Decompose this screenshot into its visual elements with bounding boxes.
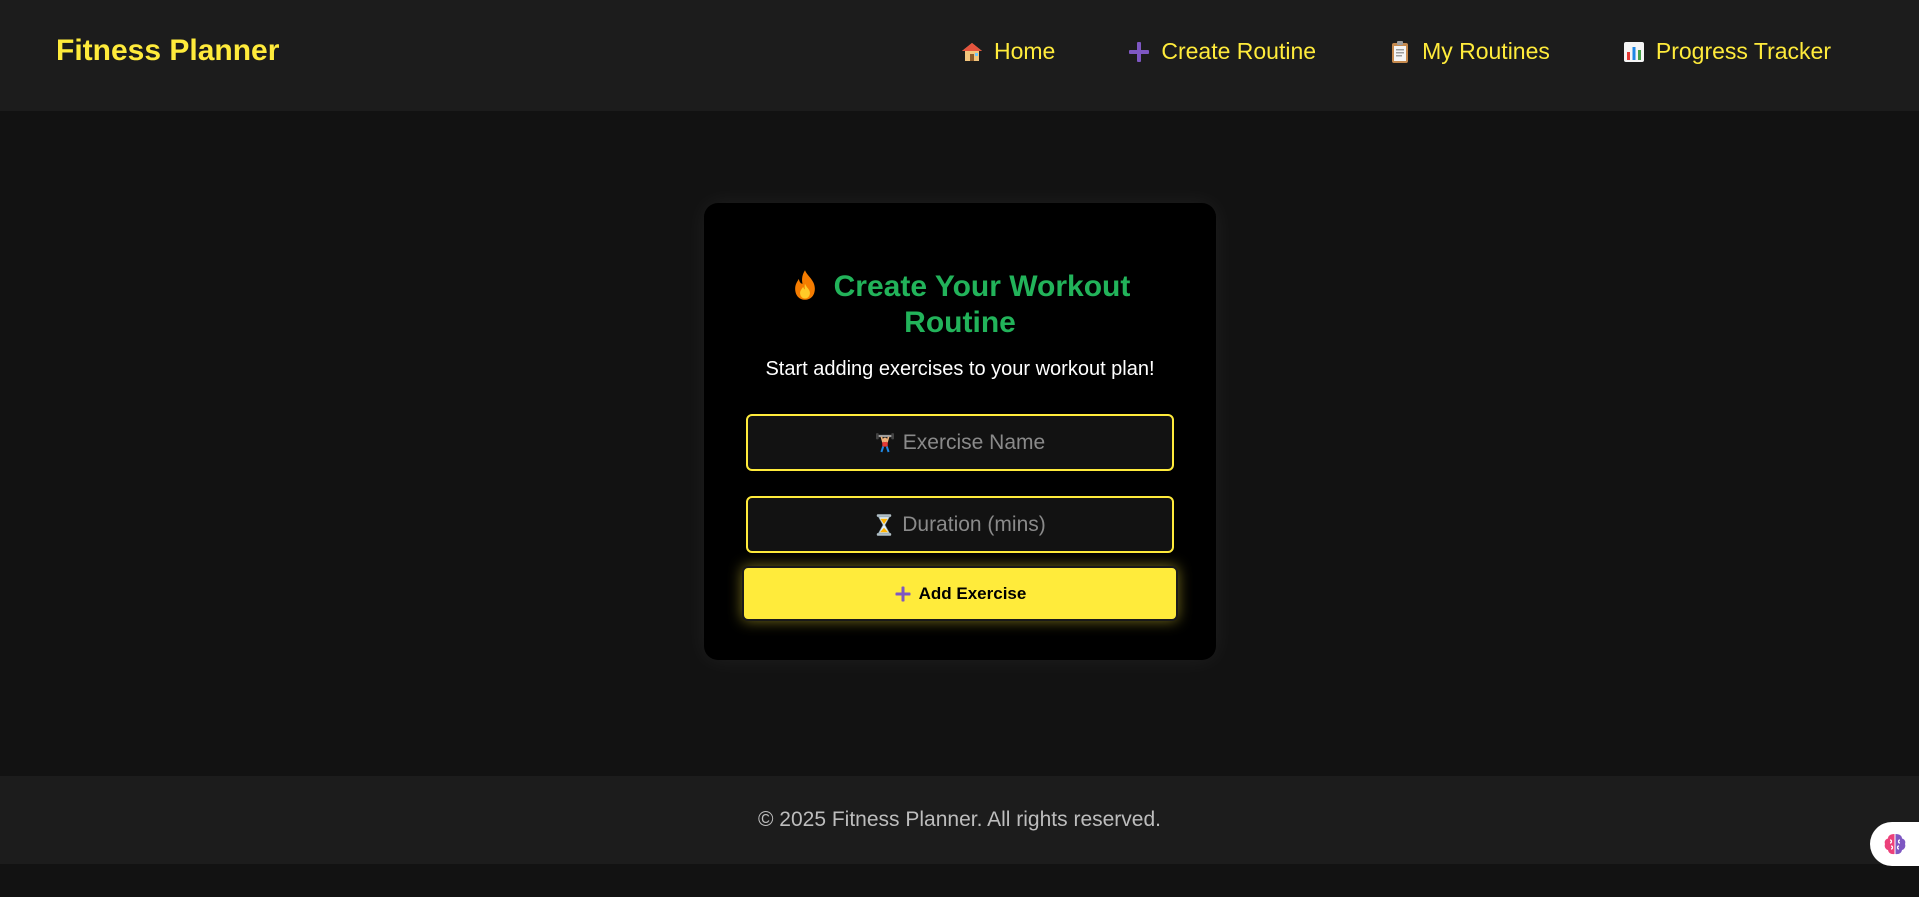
weightlifter-icon [875,432,895,454]
house-icon [959,39,985,65]
hourglass-icon [874,513,894,536]
create-routine-card: Create Your Workout Routine Start adding… [704,203,1216,660]
footer-copyright: © 2025 Fitness Planner. All rights reser… [757,808,1161,831]
brand-logo-text[interactable]: Fitness Planner [56,34,279,68]
add-exercise-label: Add Exercise [918,583,1027,603]
nav-create-routine-link[interactable]: Create Routine [1126,38,1316,65]
fire-icon [790,269,820,301]
duration-placeholder: Duration (mins) [902,512,1046,536]
page-title: Create Your Workout Routine [704,269,1216,341]
bar-chart-icon [1621,39,1647,65]
card-subtitle: Start adding exercises to your workout p… [765,358,1155,380]
add-exercise-button[interactable]: Add Exercise [742,566,1178,621]
plus-icon [894,585,912,603]
nav-create-routine-label: Create Routine [1161,38,1317,64]
assistant-floating-button[interactable] [1870,822,1919,866]
page-title-text: Create Your Workout Routine [833,270,1131,339]
nav-my-routines-label: My Routines [1422,38,1550,64]
top-navbar: Fitness Planner Home Create Routine My R… [0,0,1919,111]
plus-icon [1126,39,1152,65]
clipboard-icon [1387,39,1413,65]
page-footer: © 2025 Fitness Planner. All rights reser… [0,776,1919,864]
exercise-name-placeholder: Exercise Name [902,430,1046,454]
nav-progress-tracker-link[interactable]: Progress Tracker [1621,38,1831,65]
nav-my-routines-link[interactable]: My Routines [1387,38,1550,65]
nav-home-link[interactable]: Home [959,38,1055,65]
nav-home-label: Home [994,38,1056,64]
duration-input[interactable]: Duration (mins) [746,496,1174,553]
nav-progress-tracker-label: Progress Tracker [1655,38,1831,64]
brain-icon [1882,831,1908,857]
exercise-name-input[interactable]: Exercise Name [746,414,1174,471]
main-nav: Home Create Routine My Routines Progress… [959,38,1831,65]
